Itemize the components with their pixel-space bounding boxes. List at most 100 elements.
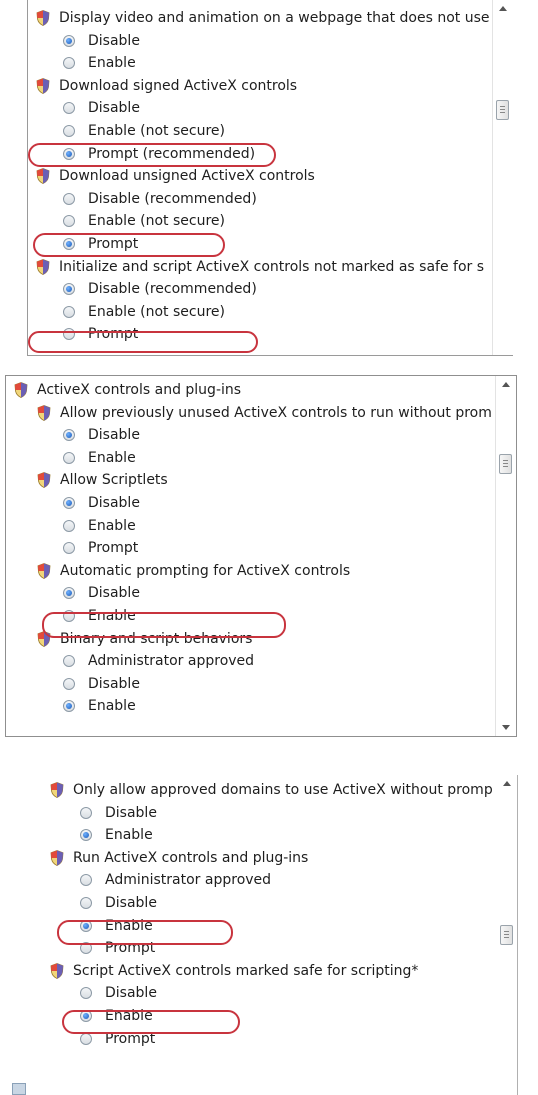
- radio-option[interactable]: Enable: [6, 515, 492, 537]
- setting-heading[interactable]: Download unsigned ActiveX controls: [28, 165, 489, 187]
- radio-option[interactable]: Prompt: [10, 1028, 493, 1050]
- item-label: Download signed ActiveX controls: [59, 77, 298, 94]
- setting-heading[interactable]: Run ActiveX controls and plug-ins: [10, 847, 493, 869]
- radio-icon[interactable]: [80, 897, 92, 909]
- radio-option[interactable]: Prompt: [6, 537, 492, 559]
- radio-option[interactable]: Disable: [6, 492, 492, 514]
- item-label: Disable: [88, 100, 140, 117]
- setting-heading[interactable]: Binary and script behaviors: [6, 628, 492, 650]
- vertical-scrollbar[interactable]: [495, 376, 516, 736]
- category-heading[interactable]: ActiveX controls and plug-ins: [6, 379, 492, 401]
- radio-icon[interactable]: [80, 1010, 92, 1022]
- radio-option[interactable]: Disable (recommended): [28, 278, 489, 300]
- radio-icon[interactable]: [63, 451, 75, 464]
- radio-icon[interactable]: [80, 829, 92, 842]
- radio-option[interactable]: Disable: [6, 673, 492, 695]
- radio-option[interactable]: Disable (recommended): [28, 188, 489, 210]
- scroll-up-arrow-icon[interactable]: [502, 382, 510, 387]
- radio-icon[interactable]: [80, 874, 92, 887]
- item-label: Automatic prompting for ActiveX controls: [60, 562, 351, 579]
- setting-heading[interactable]: Download signed ActiveX controls: [28, 75, 489, 97]
- shield-icon: [50, 962, 64, 979]
- radio-option[interactable]: Enable (not secure): [28, 210, 489, 232]
- radio-icon[interactable]: [63, 655, 75, 668]
- radio-icon[interactable]: [63, 305, 75, 318]
- radio-option[interactable]: Prompt (recommended): [28, 143, 489, 165]
- scroll-thumb[interactable]: [496, 100, 509, 120]
- shield-icon: [37, 472, 51, 489]
- radio-icon[interactable]: [63, 497, 75, 509]
- radio-icon[interactable]: [80, 806, 92, 819]
- item-label: Disable: [88, 495, 140, 511]
- radio-icon[interactable]: [63, 610, 75, 622]
- radio-option[interactable]: Disable: [28, 30, 489, 52]
- radio-icon[interactable]: [63, 238, 75, 250]
- vertical-scrollbar[interactable]: [492, 0, 513, 355]
- item-label: Display video and animation on a webpage…: [59, 10, 489, 26]
- radio-option[interactable]: Enable: [28, 52, 489, 74]
- radio-icon[interactable]: [63, 215, 75, 228]
- radio-option[interactable]: Enable: [6, 447, 492, 469]
- radio-icon[interactable]: [63, 542, 75, 555]
- radio-icon[interactable]: [63, 677, 75, 690]
- setting-heading[interactable]: Initialize and script ActiveX controls n…: [28, 256, 489, 278]
- radio-option[interactable]: Disable: [28, 97, 489, 119]
- radio-option[interactable]: Enable: [10, 1005, 493, 1027]
- radio-option[interactable]: Disable: [6, 424, 492, 446]
- setting-heading[interactable]: Automatic prompting for ActiveX controls: [6, 560, 492, 582]
- radio-option[interactable]: Disable: [6, 582, 492, 604]
- radio-icon[interactable]: [63, 34, 75, 47]
- scroll-down-arrow-icon[interactable]: [502, 725, 510, 730]
- radio-option[interactable]: Enable (not secure): [28, 301, 489, 323]
- radio-option[interactable]: Enable: [6, 695, 492, 717]
- setting-heading[interactable]: Script ActiveX controls marked safe for …: [10, 960, 493, 982]
- radio-icon[interactable]: [63, 519, 75, 532]
- setting-heading[interactable]: Allow Scriptlets: [6, 469, 492, 491]
- item-label: Script ActiveX controls marked safe for …: [73, 962, 419, 979]
- item-label: ActiveX controls and plug-ins: [37, 382, 242, 398]
- item-label: Enable: [88, 449, 136, 466]
- radio-option[interactable]: Prompt: [28, 233, 489, 255]
- radio-icon[interactable]: [63, 328, 75, 341]
- radio-option[interactable]: Enable: [10, 824, 493, 846]
- radio-option[interactable]: Administrator approved: [10, 869, 493, 891]
- radio-option[interactable]: Disable: [10, 982, 493, 1004]
- scroll-up-arrow-icon[interactable]: [499, 6, 507, 11]
- radio-option[interactable]: Disable: [10, 802, 493, 824]
- radio-icon[interactable]: [80, 1032, 92, 1045]
- scroll-thumb[interactable]: [499, 454, 512, 474]
- radio-icon[interactable]: [63, 429, 75, 442]
- radio-icon[interactable]: [80, 942, 92, 955]
- item-label: Run ActiveX controls and plug-ins: [73, 849, 309, 866]
- radio-option[interactable]: Enable: [6, 605, 492, 627]
- radio-icon[interactable]: [63, 102, 75, 115]
- scroll-up-arrow-icon[interactable]: [503, 781, 511, 786]
- scroll-thumb[interactable]: [500, 925, 513, 945]
- radio-icon[interactable]: [63, 57, 75, 70]
- item-label: Prompt (recommended): [88, 145, 256, 162]
- radio-option[interactable]: Administrator approved: [6, 650, 492, 672]
- vertical-scrollbar[interactable]: [497, 775, 517, 1095]
- radio-option[interactable]: Enable: [10, 915, 493, 937]
- radio-icon[interactable]: [63, 125, 75, 137]
- shield-icon: [37, 404, 51, 421]
- radio-option[interactable]: Prompt: [10, 937, 493, 959]
- item-label: Download unsigned ActiveX controls: [59, 168, 315, 185]
- radio-icon[interactable]: [80, 987, 92, 1000]
- shield-icon: [36, 77, 50, 94]
- radio-icon[interactable]: [63, 147, 75, 160]
- radio-icon[interactable]: [63, 587, 75, 600]
- shield-icon: [36, 10, 50, 26]
- item-label: Enable: [105, 827, 153, 844]
- setting-heading[interactable]: Allow previously unused ActiveX controls…: [6, 402, 492, 424]
- setting-heading[interactable]: Display video and animation on a webpage…: [28, 7, 489, 29]
- radio-icon[interactable]: [63, 283, 75, 296]
- radio-icon[interactable]: [63, 700, 75, 713]
- setting-heading[interactable]: Only allow approved domains to use Activ…: [10, 779, 493, 801]
- radio-option[interactable]: Disable: [10, 892, 493, 914]
- radio-option[interactable]: Enable (not secure): [28, 120, 489, 142]
- item-label: Disable: [105, 895, 157, 911]
- radio-option[interactable]: Prompt: [28, 323, 489, 345]
- radio-icon[interactable]: [80, 919, 92, 932]
- radio-icon[interactable]: [63, 192, 75, 205]
